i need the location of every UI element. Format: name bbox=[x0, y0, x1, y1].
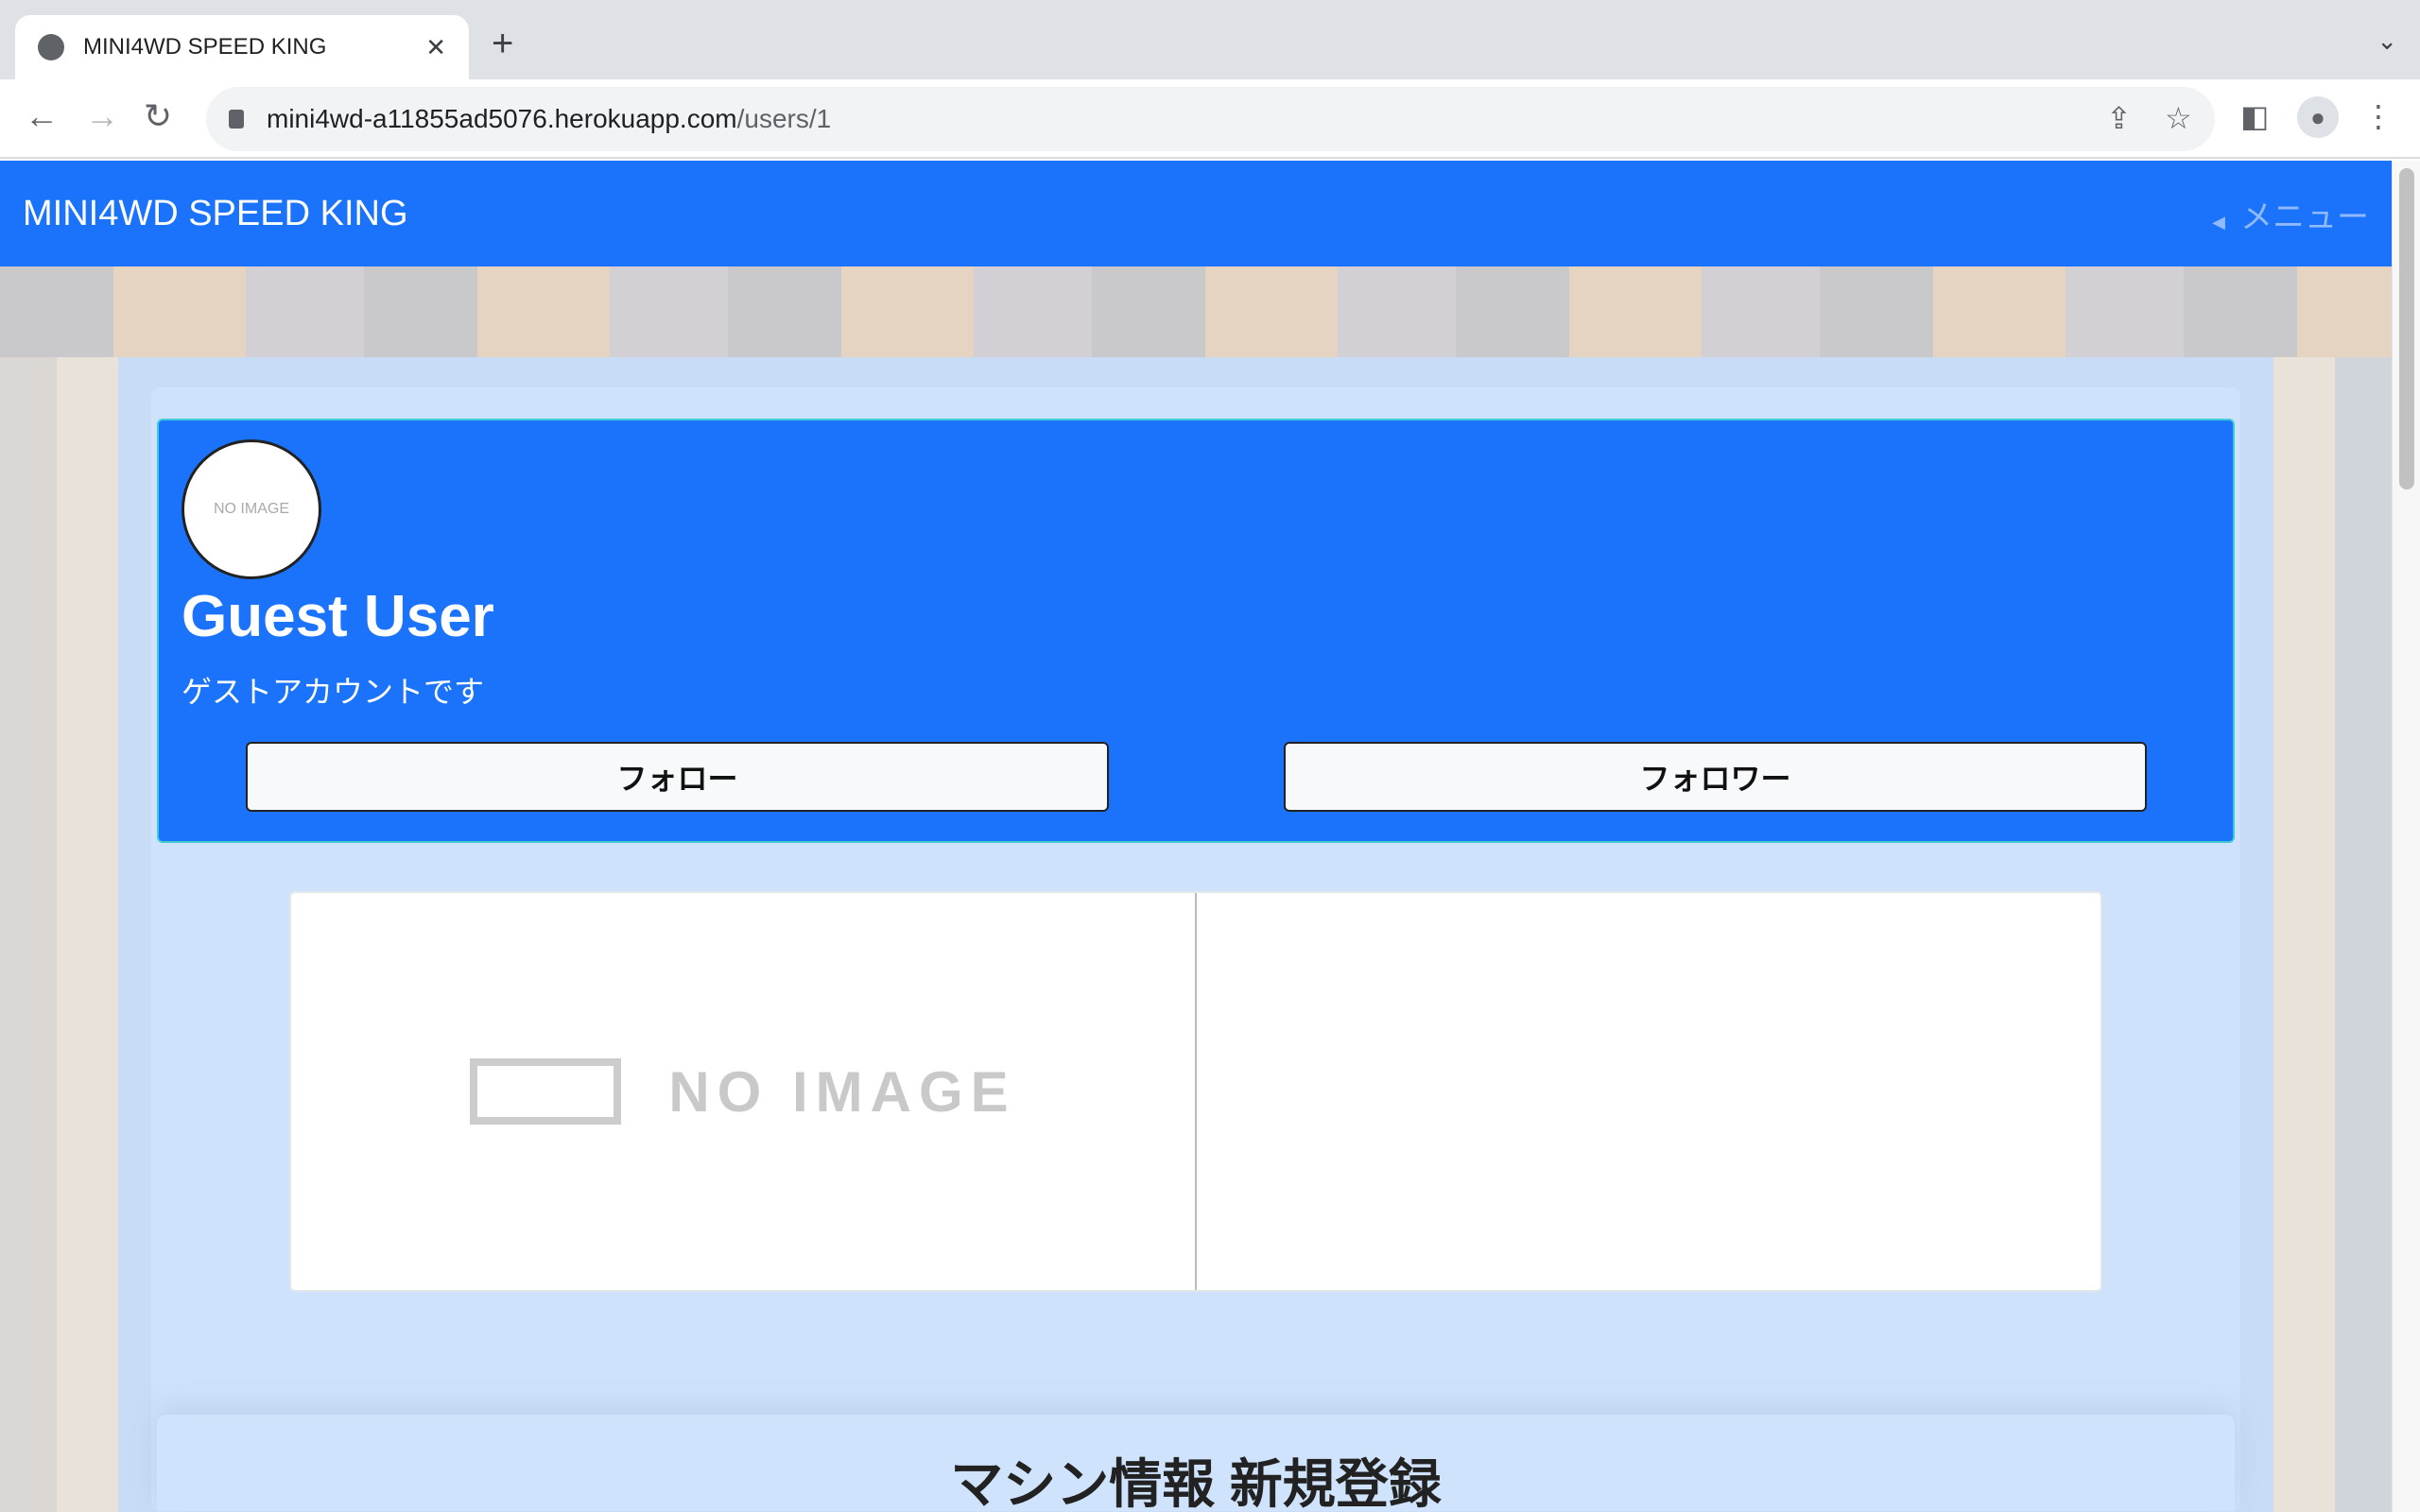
share-icon[interactable]: ⇪ bbox=[2106, 100, 2132, 136]
new-machine-heading: マシン情報 新規登録 bbox=[950, 1454, 1442, 1512]
reload-icon[interactable]: ↻ bbox=[144, 96, 172, 136]
user-name: Guest User bbox=[182, 584, 494, 649]
globe-icon bbox=[38, 34, 64, 60]
no-image-text: NO IMAGE bbox=[668, 1059, 1016, 1124]
follow-button[interactable]: フォロー bbox=[246, 742, 1109, 812]
more-menu-icon[interactable]: ⋮ bbox=[2363, 98, 2394, 134]
image-placeholder-icon bbox=[470, 1058, 622, 1125]
background-banner bbox=[0, 266, 2392, 357]
follower-button[interactable]: フォロワー bbox=[1284, 742, 2147, 812]
machine-image: NO IMAGE bbox=[291, 893, 1197, 1290]
side-panel-icon[interactable]: ◧ bbox=[2240, 98, 2269, 134]
page-viewport: MINI4WD SPEED KING ◀ メニュー NO IMAGE Guest … bbox=[0, 161, 2392, 1512]
profile-card: NO IMAGE Guest User ゲストアカウントです フォロー フォロワ… bbox=[157, 419, 2235, 843]
back-icon[interactable]: ← bbox=[25, 96, 59, 136]
avatar-placeholder-text: NO IMAGE bbox=[213, 501, 289, 517]
tab-title: MINI4WD SPEED KING bbox=[83, 34, 327, 60]
menu-toggle[interactable]: ◀ メニュー bbox=[2212, 191, 2369, 237]
user-avatar: NO IMAGE bbox=[182, 439, 321, 579]
tab-search-chevron-icon[interactable]: ⌄ bbox=[2377, 26, 2397, 56]
browser-toolbar: ← → ↻ mini4wd-a11855ad5076.herokuapp.com… bbox=[0, 79, 2420, 159]
site-brand[interactable]: MINI4WD SPEED KING bbox=[23, 194, 408, 234]
lock-icon bbox=[229, 110, 244, 129]
new-tab-button[interactable]: + bbox=[492, 23, 513, 65]
forward-icon[interactable]: → bbox=[85, 96, 119, 136]
new-machine-section: マシン情報 新規登録 bbox=[157, 1415, 2235, 1511]
menu-label: メニュー bbox=[2240, 198, 2369, 235]
main-container: NO IMAGE Guest User ゲストアカウントです フォロー フォロワ… bbox=[118, 357, 2273, 1512]
caret-left-icon: ◀ bbox=[2212, 212, 2225, 232]
scrollbar-thumb[interactable] bbox=[2399, 168, 2414, 490]
machine-card: NO IMAGE bbox=[289, 891, 2102, 1292]
bookmark-star-icon[interactable]: ☆ bbox=[2165, 100, 2192, 136]
profile-section: NO IMAGE Guest User ゲストアカウントです フォロー フォロワ… bbox=[151, 387, 2240, 1512]
url-text: mini4wd-a11855ad5076.herokuapp.com/users… bbox=[267, 104, 832, 133]
user-bio: ゲストアカウントです bbox=[182, 675, 485, 709]
close-tab-icon[interactable]: ✕ bbox=[425, 33, 446, 62]
address-bar[interactable]: mini4wd-a11855ad5076.herokuapp.com/users… bbox=[206, 87, 2215, 151]
page-scrollbar[interactable] bbox=[2392, 161, 2420, 1512]
profile-avatar-icon[interactable]: ● bbox=[2297, 96, 2339, 138]
site-navbar: MINI4WD SPEED KING ◀ メニュー bbox=[0, 161, 2392, 266]
browser-tab[interactable]: MINI4WD SPEED KING ✕ bbox=[15, 15, 469, 79]
tab-bar: MINI4WD SPEED KING ✕ + ⌄ bbox=[0, 0, 2420, 79]
